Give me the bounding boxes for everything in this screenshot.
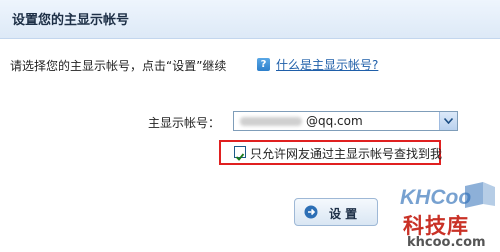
set-button[interactable]: 设 置 [294,198,378,226]
watermark-logo: KHCoo 科技库 khcoo.com [395,180,500,252]
help-link[interactable]: 什么是主显示帐号? [276,56,378,73]
allow-search-checkbox[interactable] [234,146,246,161]
intro-text: 请选择您的主显示帐号，点击“设置”继续 [10,59,227,73]
watermark-url: khcoo.com [407,235,486,250]
dialog-title: 设置您的主显示帐号 [12,13,130,28]
account-label: 主显示帐号： [148,116,221,130]
account-select-value: @qq.com [306,114,363,128]
help-icon[interactable]: ? [257,58,270,71]
arrow-right-circle-icon [304,205,318,219]
svg-text:KHCoo: KHCoo [400,186,471,209]
dialog-header: 设置您的主显示帐号 [0,0,500,39]
allow-search-label[interactable]: 只允许网友通过主显示帐号查找到我 [250,145,442,162]
khcoo-logo-icon: KHCoo [400,182,495,209]
allow-search-highlight: 只允许网友通过主显示帐号查找到我 [219,140,442,165]
checkmark-icon [235,153,245,161]
chevron-down-icon[interactable] [439,112,457,130]
account-select[interactable]: @qq.com [233,111,458,131]
redacted-username [240,117,302,126]
set-button-label: 设 置 [329,207,358,221]
